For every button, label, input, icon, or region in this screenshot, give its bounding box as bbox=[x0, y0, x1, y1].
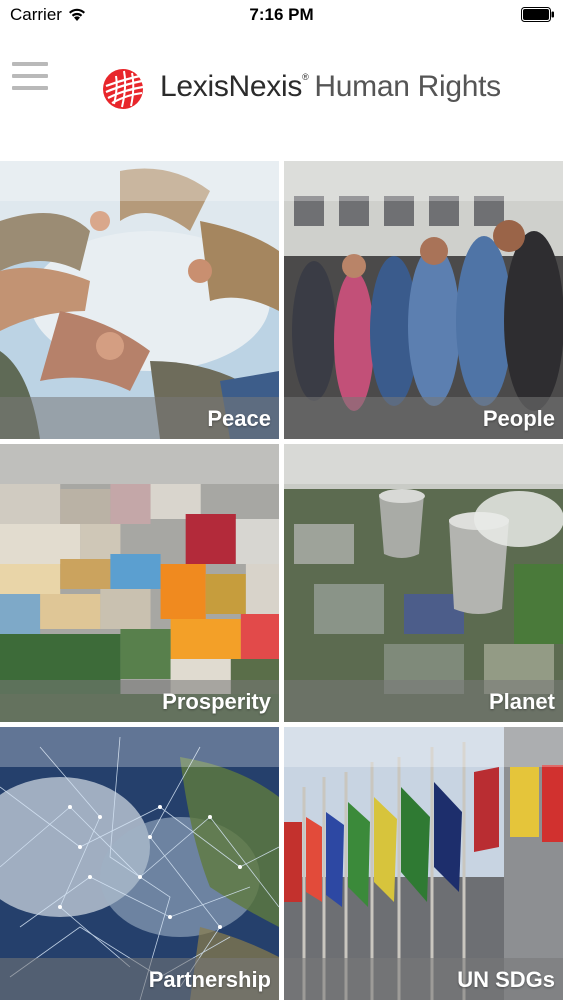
lexisnexis-logo-mark-icon bbox=[103, 69, 144, 109]
topic-tile-grid: Peace People Prosperity Planet Partnersh… bbox=[0, 161, 563, 1000]
tile-people[interactable]: People bbox=[284, 161, 563, 439]
menu-bar-line bbox=[12, 86, 48, 90]
menu-bar-line bbox=[12, 74, 48, 78]
menu-bar-line bbox=[12, 62, 48, 66]
tile-label-planet: Planet bbox=[488, 689, 555, 714]
lexisnexis-logo: LexisNexis® Human Rights bbox=[100, 64, 501, 110]
tile-prosperity[interactable]: Prosperity bbox=[0, 444, 279, 722]
tile-label-prosperity: Prosperity bbox=[162, 689, 271, 714]
tile-peace[interactable]: Peace bbox=[0, 161, 279, 439]
tile-un-sdgs[interactable]: UN SDGs bbox=[284, 727, 563, 1000]
clock-time: 7:16 PM bbox=[249, 5, 314, 24]
tile-label-partnership: Partnership bbox=[148, 967, 271, 992]
logo-registered-mark: ® bbox=[302, 72, 309, 82]
hamburger-menu-icon[interactable] bbox=[12, 62, 50, 94]
tile-label-un-sdgs: UN SDGs bbox=[457, 967, 555, 992]
logo-wordmark: LexisNexis® Human Rights bbox=[160, 70, 501, 104]
tile-label-people: People bbox=[482, 406, 555, 431]
logo-brand-text: LexisNexis bbox=[160, 70, 303, 103]
tile-partnership[interactable]: Partnership bbox=[0, 727, 279, 1000]
logo-product-text: Human Rights bbox=[314, 70, 501, 103]
tile-label-peace: Peace bbox=[207, 406, 271, 431]
tile-planet[interactable]: Planet bbox=[284, 444, 563, 722]
status-bar: Carrier 7:16 PM bbox=[0, 0, 563, 30]
app-header: LexisNexis® Human Rights bbox=[0, 30, 563, 160]
battery-icon bbox=[521, 7, 554, 22]
